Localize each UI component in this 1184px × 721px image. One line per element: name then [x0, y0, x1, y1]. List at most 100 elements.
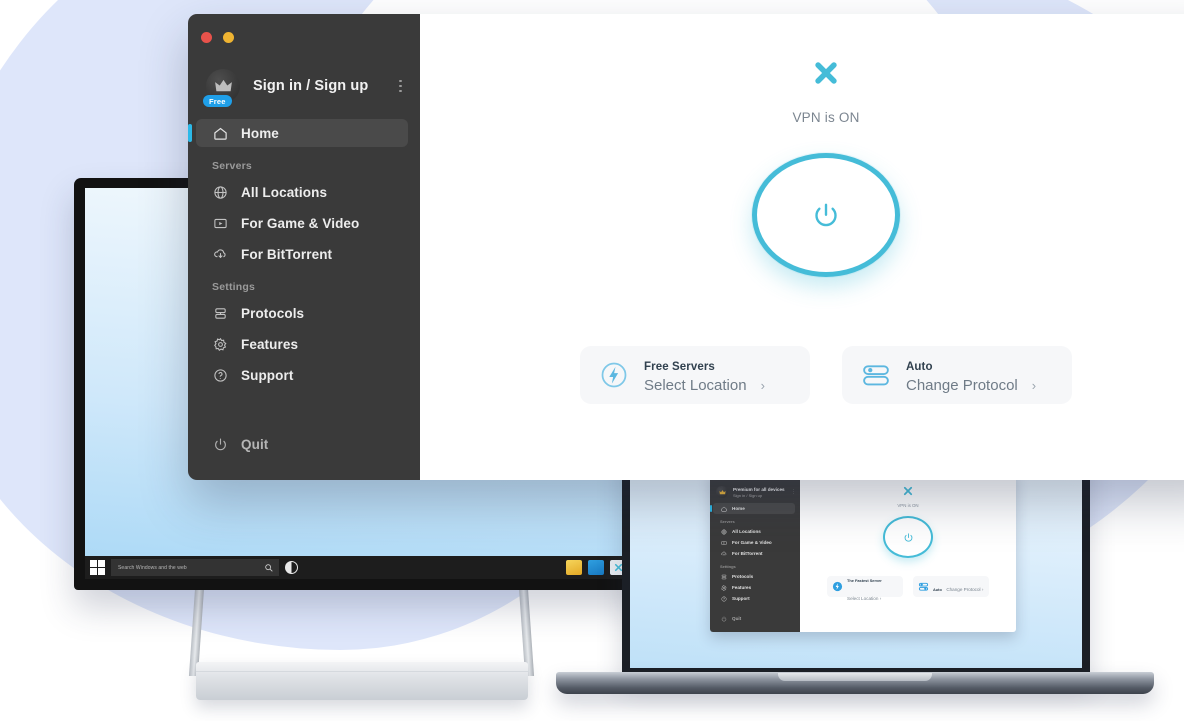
home-icon [212, 125, 229, 142]
sidebar-label-features: Features [241, 336, 299, 352]
mini-sidebar: Premium for all devices Sign in / Sign u… [710, 470, 800, 632]
question-circle-icon [212, 367, 229, 384]
cloud-download-icon [720, 550, 727, 557]
card-select-location-subtitle: Select Location [644, 376, 747, 394]
mini-account-title: Premium for all devices [733, 486, 785, 492]
mini-card-protocol-sub: Change Protocol › [946, 587, 983, 592]
mini-sidebar-label-features: Features [732, 585, 752, 590]
close-icon[interactable] [201, 32, 212, 43]
sidebar-item-support[interactable]: Support [196, 361, 408, 389]
mini-card-protocol-text: Auto Change Protocol › [933, 578, 983, 596]
gear-icon [212, 336, 229, 353]
vpn-status-text: VPN is ON [792, 110, 860, 125]
mini-card-protocol-subtitle: Change Protocol [946, 586, 981, 592]
mini-sidebar-item-quit[interactable]: Quit [713, 613, 795, 624]
toggle-switches-icon [860, 359, 892, 391]
mini-app-window: Premium for all devices Sign in / Sign u… [710, 470, 1016, 632]
mini-sidebar-item-game-video[interactable]: For Game & Video [713, 537, 795, 548]
globe-icon [212, 184, 229, 201]
sidebar-item-all-locations[interactable]: All Locations [196, 178, 408, 206]
home-icon [720, 505, 727, 512]
mini-vpn-status: VPN is ON [897, 503, 919, 508]
sidebar-item-bittorrent[interactable]: For BitTorrent [196, 240, 408, 268]
video-play-icon [720, 539, 727, 546]
app-main-panel: VPN is ON Free Servers Select Location ›… [420, 14, 1184, 480]
mini-sidebar-label-bittorrent: For BitTorrent [732, 551, 763, 556]
sidebar-item-home[interactable]: Home [188, 119, 408, 147]
kebab-menu-icon[interactable]: ⋮ [791, 490, 796, 495]
sidebar-label-home: Home [241, 125, 279, 141]
action-cards: Free Servers Select Location › Auto Chan… [420, 346, 1184, 404]
mini-account-row[interactable]: Premium for all devices Sign in / Sign u… [710, 479, 800, 498]
power-button[interactable] [752, 153, 900, 277]
monitor-stand-base [196, 662, 528, 700]
card-change-protocol-sub: Change Protocol › [906, 377, 1036, 394]
search-icon [265, 563, 273, 572]
mini-section-servers: Servers [720, 519, 735, 524]
mini-card-server[interactable]: The Fastest Server Select Location › [827, 576, 903, 601]
card-select-location-title: Free Servers [644, 360, 715, 373]
sidebar-item-quit[interactable]: Quit [196, 430, 408, 458]
video-play-icon [212, 215, 229, 232]
mini-sidebar-item-bittorrent[interactable]: For BitTorrent [713, 548, 795, 559]
mini-card-protocol[interactable]: Auto Change Protocol › [913, 576, 989, 597]
gear-icon [720, 584, 727, 591]
sidebar-label-quit: Quit [241, 436, 269, 452]
sidebar-label-bittorrent: For BitTorrent [241, 246, 333, 262]
mini-card-server-subtitle: Select Location [847, 595, 879, 601]
account-row[interactable]: Free Sign in / Sign up [188, 43, 420, 107]
server-stack-icon [720, 573, 727, 580]
sidebar-label-all-locations: All Locations [241, 184, 328, 200]
laptop-base-notch [778, 673, 932, 681]
mini-power-button[interactable] [883, 516, 933, 558]
mini-cards: The Fastest Server Select Location › Aut… [800, 576, 1016, 601]
windows-start-icon[interactable] [90, 560, 105, 575]
question-circle-icon [720, 595, 727, 602]
mini-nav: Home Servers All Locations For Game & Vi… [710, 503, 800, 604]
card-select-location-text: Free Servers Select Location › [644, 357, 765, 394]
mini-sidebar-label-protocols: Protocols [732, 574, 754, 579]
power-icon [720, 615, 727, 622]
mini-sidebar-item-home[interactable]: Home [710, 503, 795, 514]
mini-sidebar-label-home: Home [732, 506, 745, 511]
crown-icon [716, 486, 728, 498]
scene: Search Windows and the web Premium for a… [0, 0, 1184, 721]
server-stack-icon [212, 305, 229, 322]
power-button-wrap [752, 153, 900, 277]
chevron-right-icon: › [1031, 377, 1037, 393]
mini-sidebar-label-quit: Quit [732, 616, 742, 621]
cloud-download-icon [212, 246, 229, 263]
window-controls[interactable] [188, 28, 420, 43]
mini-sidebar-label-all-locations: All Locations [732, 529, 761, 534]
chevron-right-icon: › [981, 586, 984, 592]
sidebar-item-features[interactable]: Features [196, 330, 408, 358]
mini-sidebar-item-support[interactable]: Support [713, 593, 795, 604]
mini-card-server-sub: Select Location › [847, 596, 881, 601]
mini-sidebar-item-all-locations[interactable]: All Locations [713, 526, 795, 537]
sidebar-label-protocols: Protocols [241, 305, 305, 321]
mini-card-server-text: The Fastest Server Select Location › [847, 569, 903, 605]
search-input[interactable]: Search Windows and the web [111, 559, 279, 576]
lightning-bolt-circle-icon [832, 581, 843, 592]
sidebar-item-game-video[interactable]: For Game & Video [196, 209, 408, 237]
chevron-right-icon: › [760, 377, 765, 393]
card-select-location-sub: Select Location › [644, 377, 765, 394]
sidebar-item-protocols[interactable]: Protocols [196, 299, 408, 327]
sidebar-label-support: Support [241, 367, 294, 383]
card-change-protocol[interactable]: Auto Change Protocol › [842, 346, 1072, 404]
cortana-circle-icon[interactable] [285, 561, 298, 574]
minimize-icon[interactable] [223, 32, 234, 43]
mini-main-panel: VPN is ON The Fastest Server Select Loca… [800, 470, 1016, 632]
sidebar-nav: Home Servers All Locations For Game & Vi… [188, 119, 420, 389]
mini-sidebar-item-features[interactable]: Features [713, 582, 795, 593]
mini-sidebar-item-protocols[interactable]: Protocols [713, 571, 795, 582]
app-sidebar: Free Sign in / Sign up Home Servers All … [188, 14, 420, 480]
card-select-location[interactable]: Free Servers Select Location › [580, 346, 810, 404]
globe-icon [720, 528, 727, 535]
search-placeholder: Search Windows and the web [118, 564, 187, 571]
mini-card-protocol-title: Auto [933, 586, 942, 592]
mini-card-server-title: The Fastest Server [847, 577, 882, 583]
mini-section-settings: Settings [720, 564, 736, 569]
card-change-protocol-text: Auto Change Protocol › [906, 357, 1036, 394]
kebab-menu-icon[interactable] [399, 79, 408, 93]
